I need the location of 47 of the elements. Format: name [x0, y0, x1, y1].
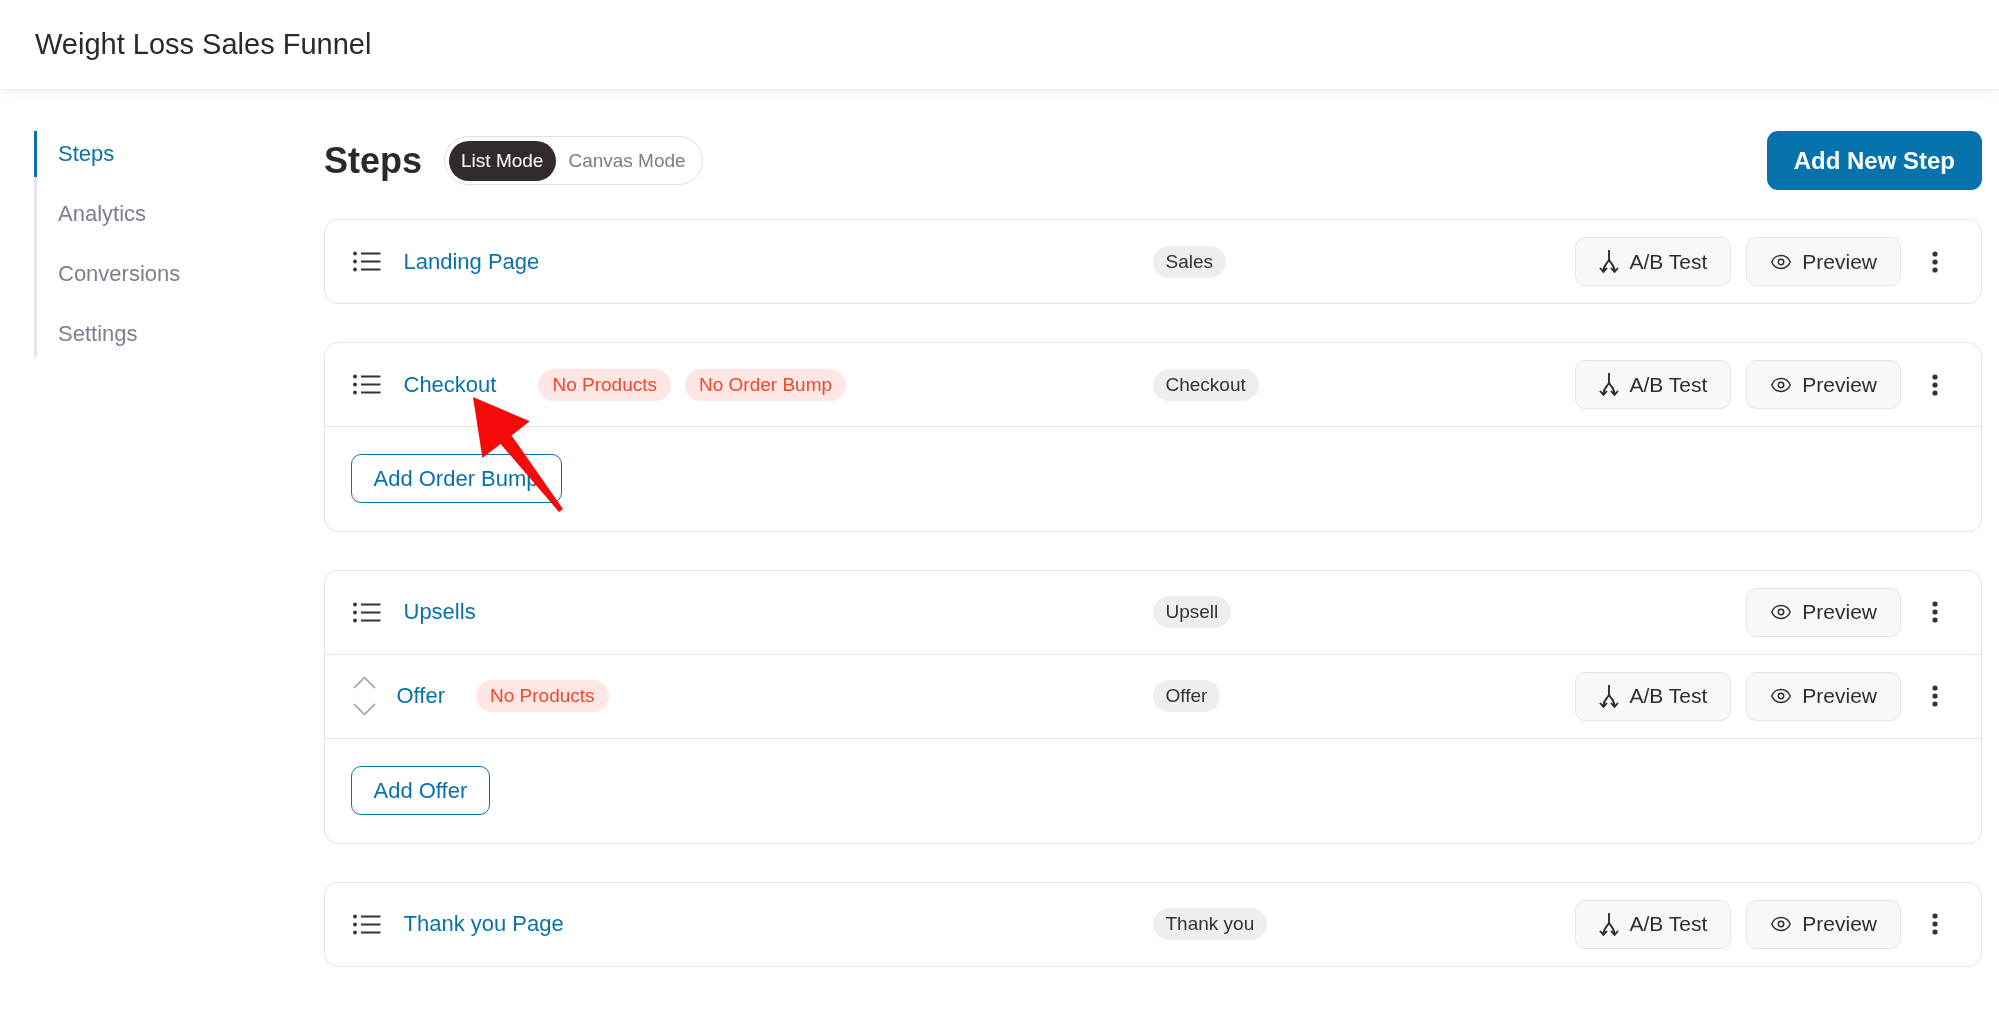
step-type-tag: Checkout: [1152, 368, 1259, 401]
list-icon[interactable]: [352, 601, 381, 623]
more-options-icon[interactable]: [1932, 250, 1938, 273]
step-title-link[interactable]: Thank you Page: [403, 911, 564, 937]
ab-test-button[interactable]: A/B Test: [1575, 237, 1732, 286]
add-step-button[interactable]: Add New Step: [1766, 131, 1982, 190]
view-mode-tab[interactable]: Canvas Mode: [555, 140, 699, 181]
sidebar-item[interactable]: Analytics: [34, 191, 153, 237]
split-arrow-icon: [1599, 373, 1620, 396]
sidebar-item[interactable]: Conversions: [34, 251, 187, 297]
section-heading: Steps: [324, 139, 423, 182]
ab-test-button[interactable]: A/B Test: [1575, 899, 1732, 949]
step-title-link[interactable]: Landing Page: [403, 248, 540, 275]
more-options-icon[interactable]: [1932, 913, 1938, 935]
split-arrow-icon: [1599, 684, 1620, 708]
chevron-down-icon[interactable]: [352, 703, 376, 717]
list-icon[interactable]: [352, 251, 381, 272]
preview-button[interactable]: Preview: [1746, 671, 1901, 721]
step-title-link[interactable]: Upsells: [403, 599, 476, 625]
warning-badge: No Products: [538, 368, 671, 401]
step-type-tag: Upsell: [1152, 596, 1232, 628]
sidebar-item[interactable]: Steps: [34, 131, 121, 177]
chevron-up-icon[interactable]: [352, 676, 376, 690]
preview-button[interactable]: Preview: [1746, 237, 1901, 286]
warning-badge: No Products: [476, 680, 609, 713]
step-title-link[interactable]: Offer: [396, 683, 445, 710]
view-mode-tab[interactable]: List Mode: [448, 140, 556, 181]
step-type-tag: Thank you: [1152, 908, 1268, 940]
add-button[interactable]: Add Offer: [350, 766, 491, 816]
step-type-tag: Sales: [1152, 245, 1227, 278]
list-icon[interactable]: [352, 374, 381, 395]
more-options-icon[interactable]: [1932, 373, 1938, 396]
more-options-icon[interactable]: [1932, 685, 1938, 708]
split-arrow-icon: [1599, 250, 1620, 273]
list-icon[interactable]: [352, 913, 381, 935]
step-title-link[interactable]: Checkout: [403, 371, 497, 398]
page-title: Weight Loss Sales Funnel: [35, 28, 372, 61]
more-options-icon[interactable]: [1932, 601, 1938, 623]
preview-button[interactable]: Preview: [1746, 587, 1901, 637]
warning-badge: No Order Bump: [685, 368, 847, 401]
preview-button[interactable]: Preview: [1746, 360, 1901, 409]
split-arrow-icon: [1599, 912, 1620, 936]
preview-button[interactable]: Preview: [1746, 899, 1901, 949]
ab-test-button[interactable]: A/B Test: [1575, 360, 1732, 409]
step-type-tag: Offer: [1152, 680, 1221, 713]
ab-test-button[interactable]: A/B Test: [1575, 671, 1732, 721]
sidebar-item[interactable]: Settings: [34, 311, 144, 357]
